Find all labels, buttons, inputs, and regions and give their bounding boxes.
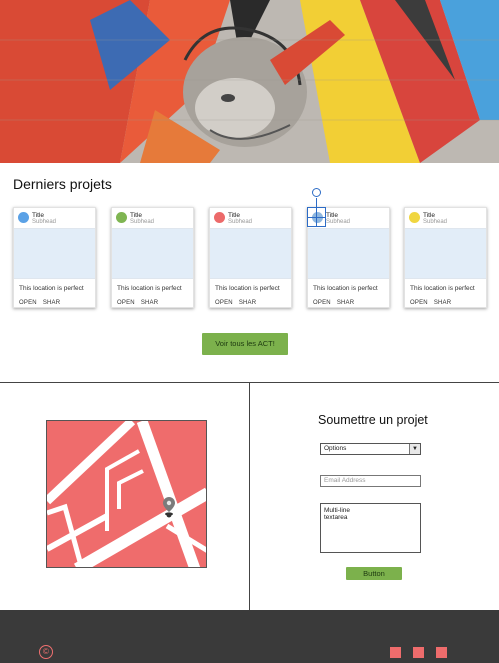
card-open-button[interactable]: OPEN: [19, 300, 37, 306]
card-text: This location is perfect: [19, 285, 84, 292]
email-field[interactable]: Email Address: [320, 475, 421, 487]
form-title: Soumettre un projet: [318, 413, 428, 427]
card-avatar: [214, 212, 225, 223]
copyright-icon: ©: [39, 645, 53, 659]
options-select[interactable]: Options ▼: [320, 443, 421, 455]
card-title: Title: [32, 212, 45, 219]
card-actions: OPEN SHAR: [117, 300, 164, 306]
card-subhead: Subhead: [130, 219, 155, 225]
see-all-button[interactable]: Voir tous les ACT!: [202, 333, 288, 355]
card-media-image: [405, 228, 486, 279]
card-header: Title Subhead: [210, 208, 291, 228]
project-card[interactable]: Title Subhead This location is perfect O…: [404, 207, 487, 308]
project-card[interactable]: Title Subhead This location is perfect O…: [209, 207, 292, 308]
social-icon-2[interactable]: [413, 647, 424, 658]
footer: ©: [0, 610, 499, 663]
project-card[interactable]: Title Subhead This location is perfect O…: [13, 207, 96, 308]
card-share-button[interactable]: SHAR: [434, 300, 451, 306]
card-actions: OPEN SHAR: [215, 300, 262, 306]
card-open-button[interactable]: OPEN: [215, 300, 233, 306]
card-media-image: [308, 228, 389, 279]
map-streets: [47, 421, 206, 567]
social-icon-3[interactable]: [436, 647, 447, 658]
message-textarea[interactable]: Multi-line textarea: [320, 503, 421, 553]
card-subhead: Subhead: [32, 219, 57, 225]
card-avatar: [18, 212, 29, 223]
card-share-button[interactable]: SHAR: [337, 300, 354, 306]
card-text: This location is perfect: [313, 285, 378, 292]
card-avatar: [116, 212, 127, 223]
card-header: Title Subhead: [14, 208, 95, 228]
card-header: Title Subhead: [405, 208, 486, 228]
card-subhead: Subhead: [423, 219, 448, 225]
hero-image: [0, 0, 499, 163]
card-avatar: [409, 212, 420, 223]
card-header: Title Subhead: [112, 208, 193, 228]
lower-section: Soumettre un projet Options ▼ Email Addr…: [0, 383, 499, 610]
card-media-image: [210, 228, 291, 279]
location-pin-icon[interactable]: [163, 497, 175, 522]
card-subhead: Subhead: [326, 219, 351, 225]
card-title: Title: [326, 212, 339, 219]
social-icon-1[interactable]: [390, 647, 401, 658]
mural-illustration: [0, 0, 499, 163]
column-divider: [249, 383, 250, 610]
card-open-button[interactable]: OPEN: [313, 300, 331, 306]
projects-section: Derniers projets Title Subhead This loca…: [0, 163, 499, 383]
card-title: Title: [130, 212, 143, 219]
card-text: This location is perfect: [215, 285, 280, 292]
card-title: Title: [423, 212, 436, 219]
resize-crosshair-icon[interactable]: [307, 207, 326, 227]
card-media-image: [14, 228, 95, 279]
card-text: This location is perfect: [410, 285, 475, 292]
card-share-button[interactable]: SHAR: [141, 300, 158, 306]
card-share-button[interactable]: SHAR: [43, 300, 60, 306]
select-value: Options: [324, 445, 347, 452]
card-text: This location is perfect: [117, 285, 182, 292]
card-media-image: [112, 228, 193, 279]
card-actions: OPEN SHAR: [313, 300, 360, 306]
card-actions: OPEN SHAR: [410, 300, 457, 306]
card-share-button[interactable]: SHAR: [239, 300, 256, 306]
card-title: Title: [228, 212, 241, 219]
project-card[interactable]: Title Subhead This location is perfect O…: [111, 207, 194, 308]
map[interactable]: [46, 420, 207, 568]
submit-button[interactable]: Button: [346, 567, 402, 580]
card-open-button[interactable]: OPEN: [117, 300, 135, 306]
chevron-down-icon[interactable]: ▼: [409, 444, 420, 454]
card-subhead: Subhead: [228, 219, 253, 225]
card-open-button[interactable]: OPEN: [410, 300, 428, 306]
rotate-handle[interactable]: [312, 188, 321, 197]
card-actions: OPEN SHAR: [19, 300, 66, 306]
section-title: Derniers projets: [13, 176, 112, 192]
